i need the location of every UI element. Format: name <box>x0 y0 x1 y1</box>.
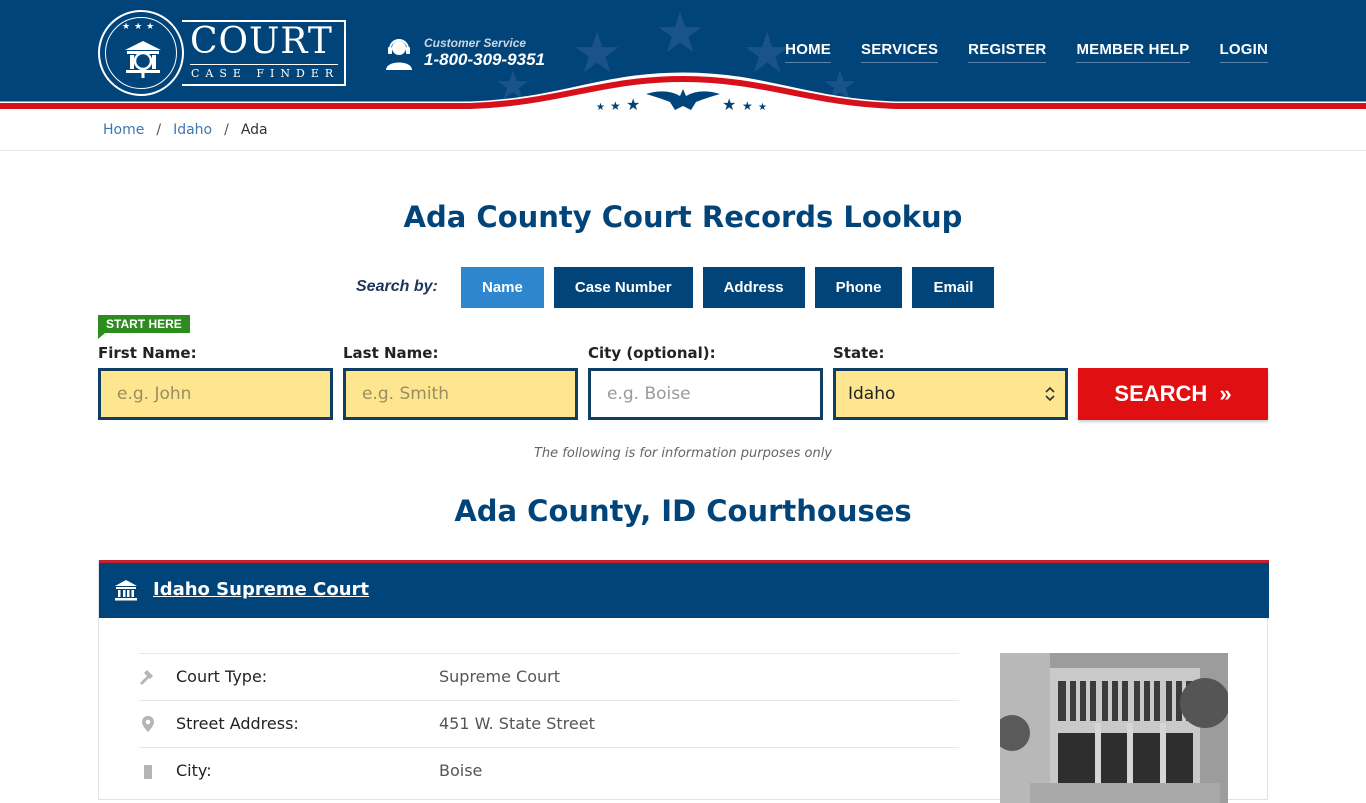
nav-login[interactable]: LOGIN <box>1219 41 1268 63</box>
divider <box>0 150 1366 151</box>
svg-text:★: ★ <box>610 99 621 112</box>
courthouse-building-image <box>1000 653 1228 803</box>
nav-services[interactable]: SERVICES <box>860 41 939 63</box>
detail-row-court-type: Court Type: Supreme Court <box>139 653 959 700</box>
detail-label: Street Address: <box>176 714 299 733</box>
tab-case-number[interactable]: Case Number <box>553 267 693 308</box>
customer-service-label: Customer Service <box>424 36 527 50</box>
detail-value: Supreme Court <box>439 667 560 686</box>
state-label: State: <box>833 344 885 362</box>
logo-subtitle: CASE FINDER <box>191 67 340 80</box>
nav-home[interactable]: HOME <box>785 41 831 63</box>
search-type-tabs: Name Case Number Address Phone Email <box>461 267 995 308</box>
detail-value: 451 W. State Street <box>439 714 595 733</box>
eagle-emblem: ★ ★ ★ ★ ★ ★ <box>596 84 770 112</box>
site-header: ★ ★ ★ ★ ★ ★ ★ ★ ★ ★ ★ ★★★ COURT CASE FIN… <box>0 0 1366 112</box>
detail-label: Court Type: <box>176 667 268 686</box>
gavel-icon <box>140 670 153 685</box>
courthouses-title: Ada County, ID Courthouses <box>454 494 912 528</box>
svg-text:★: ★ <box>722 95 736 112</box>
breadcrumb: Home / Idaho / Ada <box>103 122 268 138</box>
breadcrumb-idaho[interactable]: Idaho <box>173 122 212 138</box>
page-title: Ada County Court Records Lookup <box>403 200 963 234</box>
breadcrumb-current: Ada <box>240 122 268 138</box>
state-select[interactable]: Idaho <box>833 368 1068 420</box>
search-by-label: Search by: <box>356 278 438 295</box>
courthouse-card-header: Idaho Supreme Court <box>99 560 1269 618</box>
search-button-label: SEARCH <box>1114 381 1208 406</box>
tab-address[interactable]: Address <box>702 267 805 308</box>
courthouse-name-link[interactable]: Idaho Supreme Court <box>153 579 369 600</box>
nav-register[interactable]: REGISTER <box>968 41 1047 63</box>
svg-text:★: ★ <box>742 99 753 112</box>
first-name-input[interactable]: e.g. John <box>98 368 333 420</box>
breadcrumb-home[interactable]: Home <box>103 122 144 138</box>
svg-text:★: ★ <box>596 102 605 112</box>
last-name-input[interactable]: e.g. Smith <box>343 368 578 420</box>
courthouse-card: Idaho Supreme Court Court Type: Supreme … <box>98 560 1269 803</box>
courthouse-photo <box>1000 653 1228 803</box>
site-logo[interactable]: ★★★ COURT CASE FINDER <box>98 10 348 96</box>
tab-name[interactable]: Name <box>461 267 544 308</box>
svg-text:★: ★ <box>626 95 640 112</box>
detail-label: City: <box>176 761 212 780</box>
logo-stars-icon: ★★★ <box>122 22 159 32</box>
tab-email[interactable]: Email <box>912 267 995 308</box>
detail-row-city: City: Boise <box>139 747 959 794</box>
state-select-value: Idaho <box>848 384 896 404</box>
nav-member-help[interactable]: MEMBER HELP <box>1076 41 1190 63</box>
breadcrumb-separator: / <box>224 122 229 138</box>
svg-text:★: ★ <box>758 102 767 112</box>
logo-emblem: ★★★ <box>98 10 184 96</box>
last-name-label: Last Name: <box>343 344 439 362</box>
map-pin-icon <box>142 716 154 732</box>
double-chevron-right-icon: » <box>1219 381 1232 406</box>
courthouse-icon <box>115 580 137 601</box>
customer-service-phone[interactable]: 1-800-309-9351 <box>424 50 545 70</box>
main-nav: HOME SERVICES REGISTER MEMBER HELP LOGIN <box>785 41 1268 63</box>
logo-title: COURT <box>190 21 333 62</box>
detail-value: Boise <box>439 761 483 780</box>
info-disclaimer: The following is for information purpose… <box>533 446 833 461</box>
search-button[interactable]: SEARCH » <box>1078 368 1268 420</box>
courthouse-magnifier-icon <box>125 41 161 78</box>
city-label: City (optional): <box>588 344 716 362</box>
first-name-label: First Name: <box>98 344 197 362</box>
headset-agent-icon <box>386 39 412 70</box>
detail-row-street-address: Street Address: 451 W. State Street <box>139 700 959 747</box>
select-arrows-icon <box>1045 386 1055 402</box>
tab-phone[interactable]: Phone <box>814 267 903 308</box>
start-here-badge: START HERE <box>98 315 190 339</box>
building-icon <box>144 765 152 779</box>
city-input[interactable]: e.g. Boise <box>588 368 823 420</box>
breadcrumb-separator: / <box>156 122 162 138</box>
